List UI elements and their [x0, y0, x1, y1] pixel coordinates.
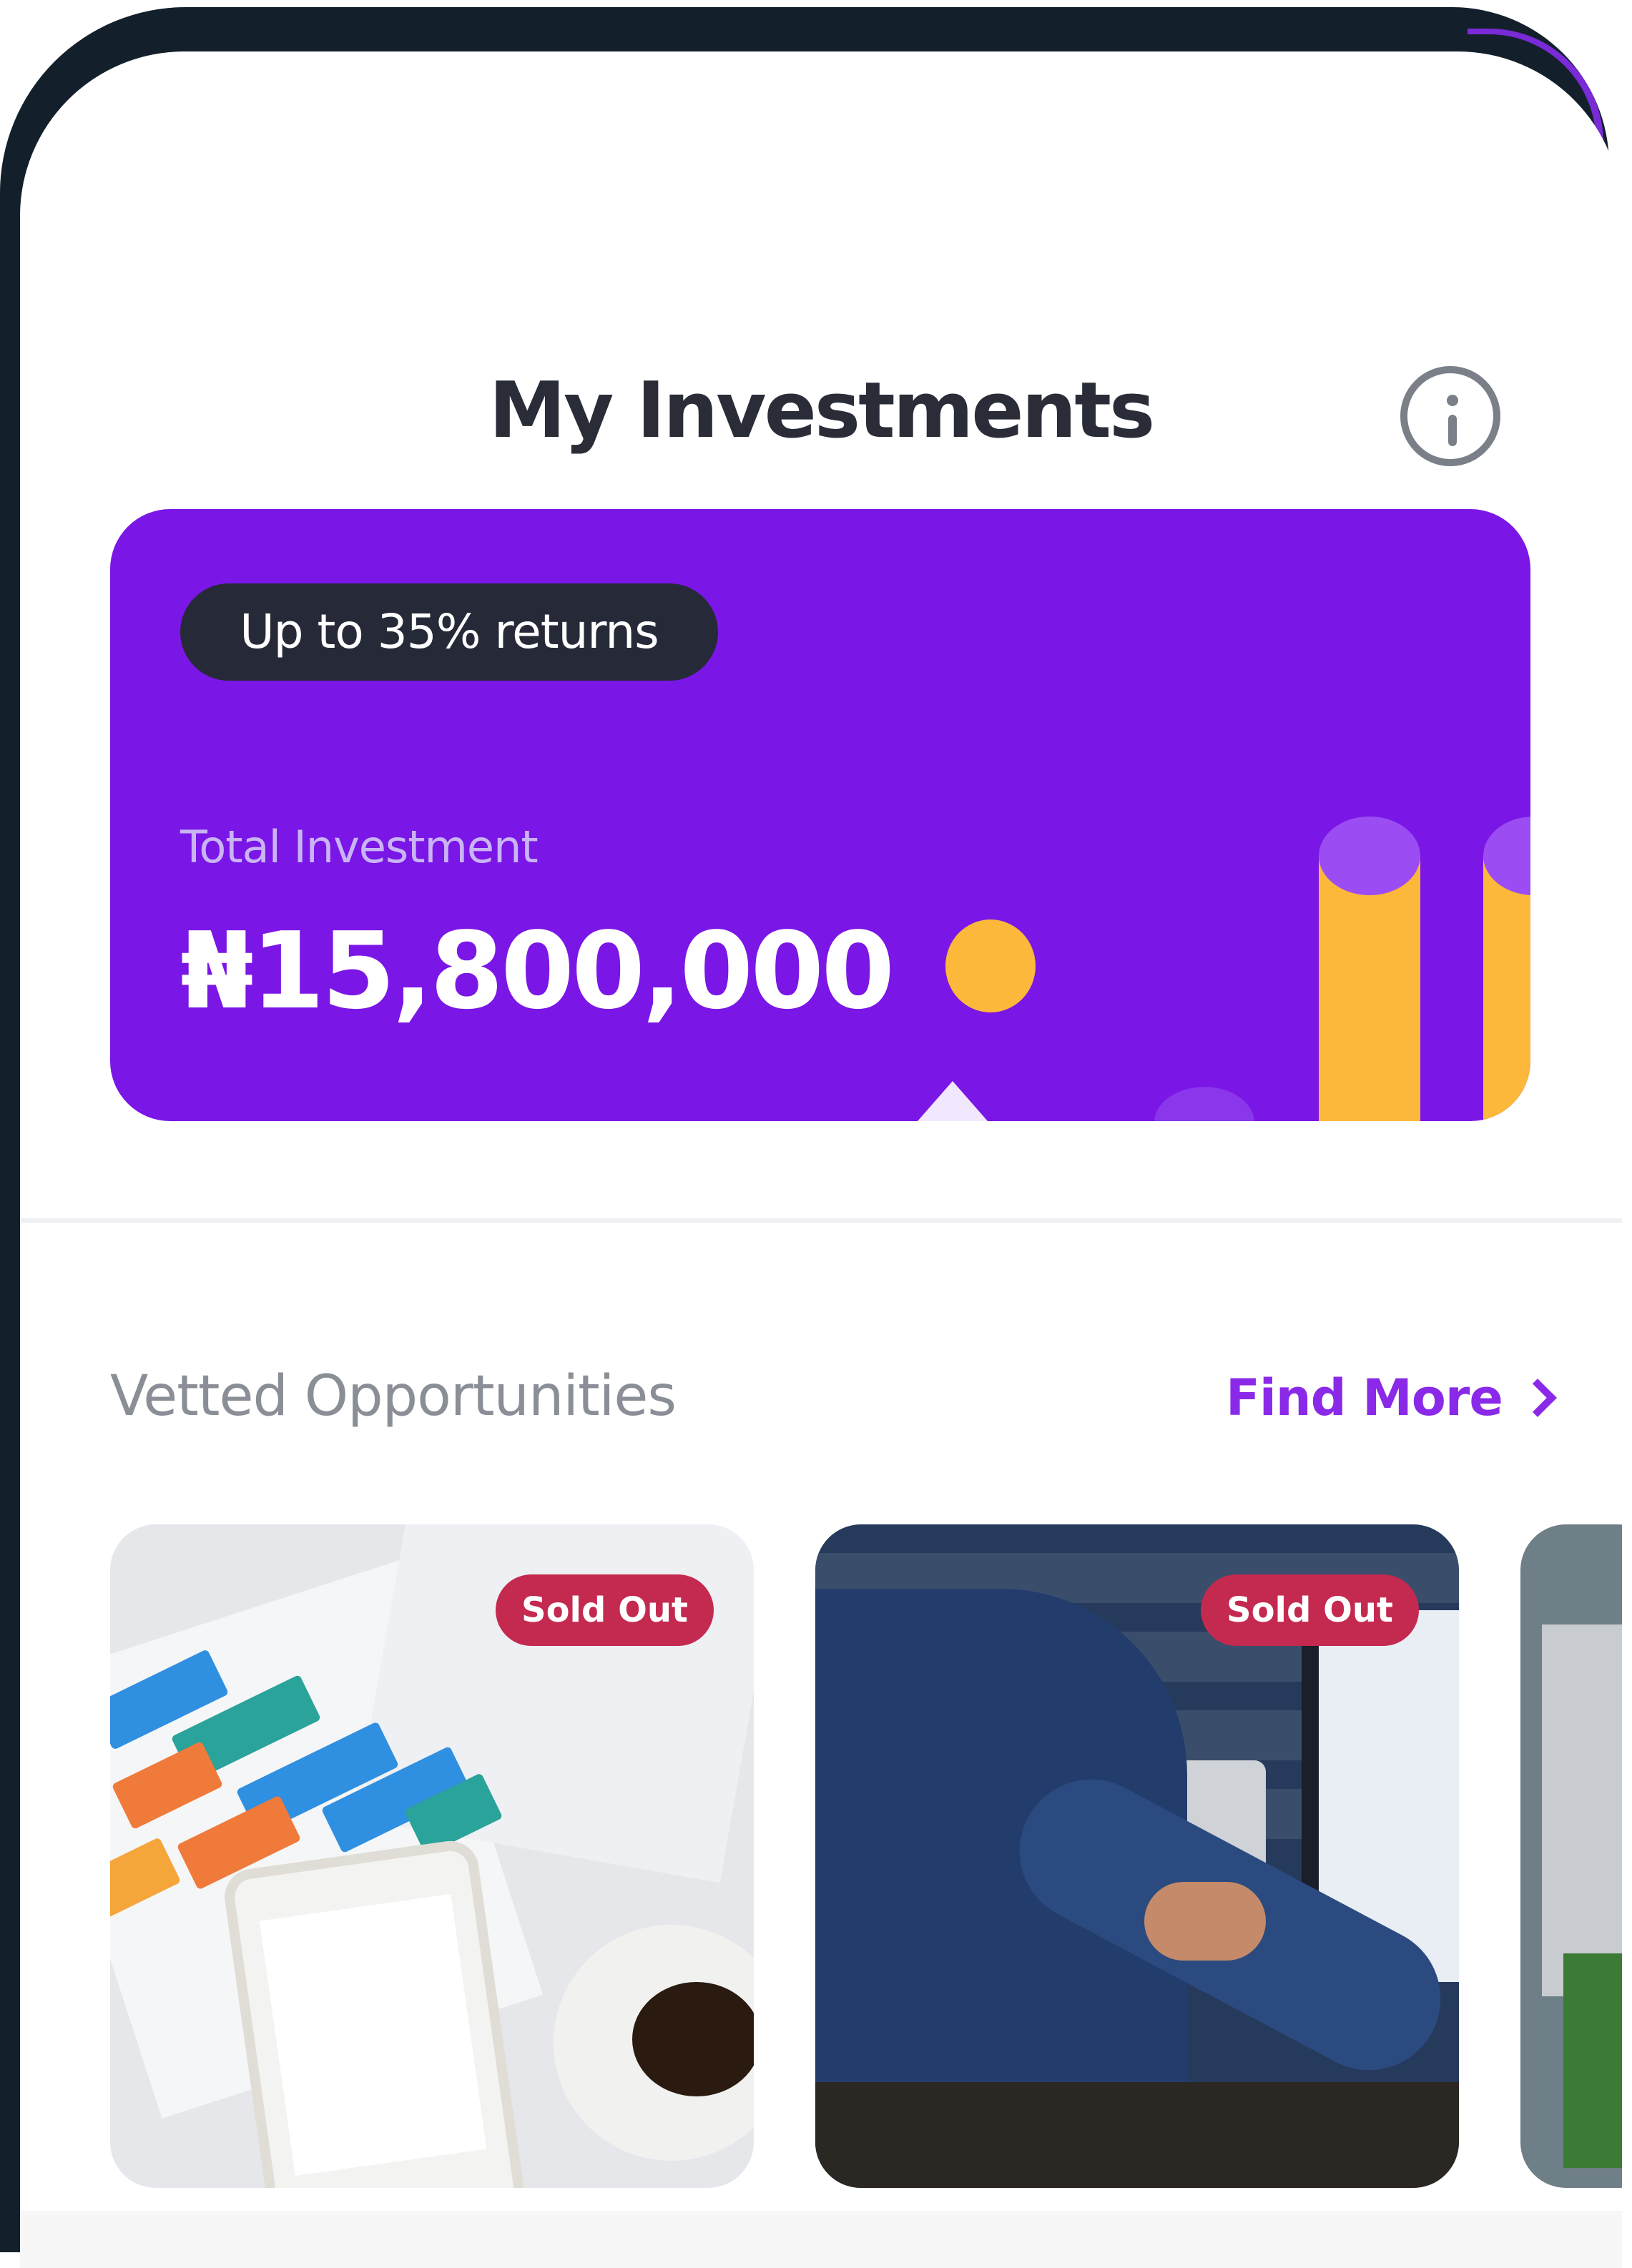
decorative-shape: [1154, 1087, 1254, 1121]
page-title: My Investments: [488, 366, 1156, 455]
decorative-triangle: [903, 1081, 1003, 1121]
next-content-fade: [20, 2211, 1622, 2268]
app-screen: My Investments Up to 35% returns Total I…: [20, 51, 1622, 2268]
decorative-bar-cap: [1319, 817, 1420, 895]
device-frame: My Investments Up to 35% returns Total I…: [0, 0, 1632, 2268]
info-button[interactable]: [1400, 366, 1500, 466]
sold-out-badge: Sold Out: [1201, 1574, 1419, 1646]
opportunity-card[interactable]: Sold Out: [815, 1524, 1459, 2188]
opportunity-card[interactable]: [1520, 1524, 1622, 2188]
decorative-bar: [1319, 857, 1420, 1121]
find-more-label: Find More: [1226, 1369, 1503, 1427]
section-title: Vetted Opportunities: [110, 1364, 677, 1429]
decorative-coin: [945, 919, 1036, 1012]
total-investment-card[interactable]: Up to 35% returns Total Investment ₦15,8…: [110, 509, 1530, 1121]
opportunity-card[interactable]: Sold Out: [110, 1524, 754, 2188]
total-investment-label: Total Investment: [180, 821, 539, 873]
returns-badge: Up to 35% returns: [180, 583, 718, 681]
find-more-link[interactable]: Find More: [1226, 1369, 1557, 1427]
section-divider: [20, 1218, 1622, 1223]
chevron-right-icon: [1518, 1379, 1557, 1417]
decorative-bar: [1483, 857, 1530, 1121]
sold-out-badge: Sold Out: [496, 1574, 714, 1646]
total-investment-amount: ₦15,800,000: [180, 909, 895, 1032]
